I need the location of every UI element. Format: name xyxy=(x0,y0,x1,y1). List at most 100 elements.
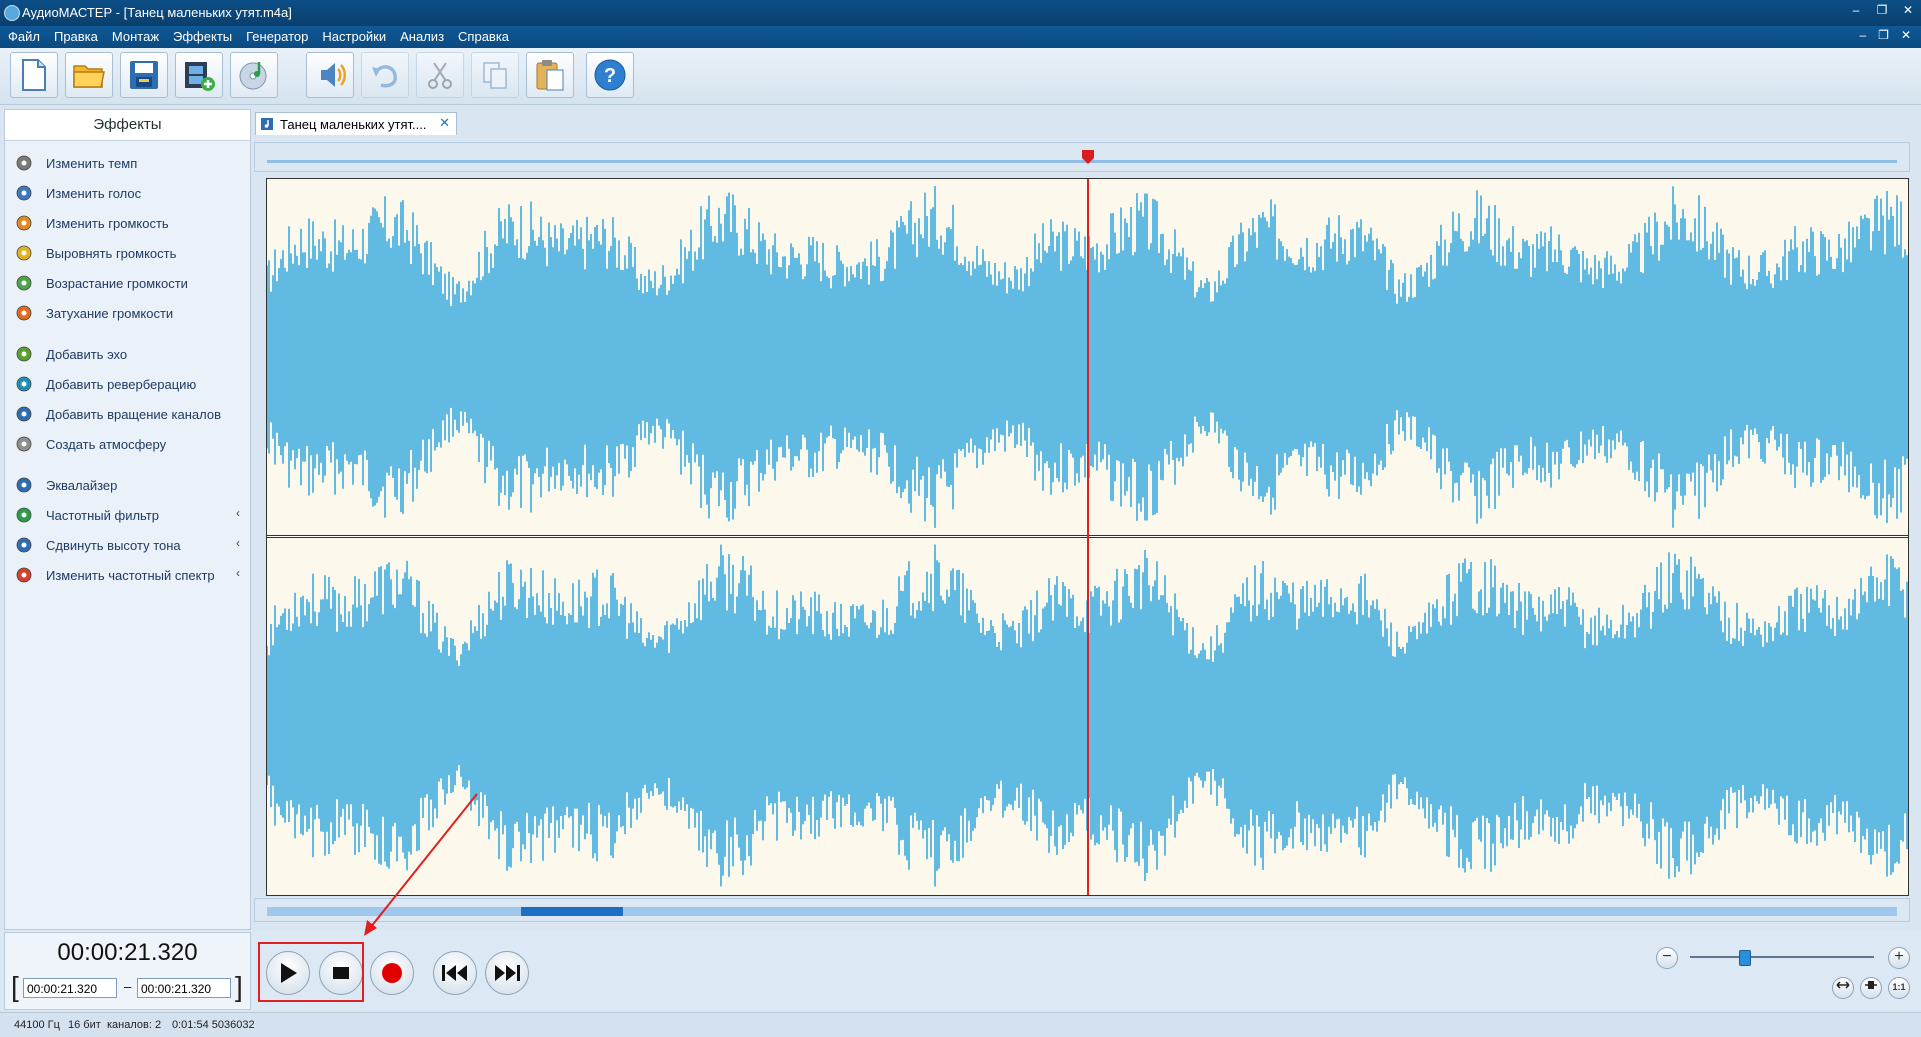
horizontal-scrollbar[interactable] xyxy=(254,898,1910,922)
effect-item-label: Изменить темп xyxy=(46,155,138,171)
selection-end-input[interactable]: 00:00:21.320 xyxy=(137,978,231,998)
new-file-button[interactable] xyxy=(10,52,58,98)
current-time: 00:00:21.320 xyxy=(57,939,198,966)
help-button[interactable]: ? xyxy=(586,52,634,98)
close-button[interactable]: ✕ xyxy=(1901,3,1915,21)
playhead-line xyxy=(1087,179,1089,895)
menu-file[interactable]: Файл xyxy=(8,29,40,44)
time-display-panel: 00:00:21.320 [ 00:00:21.320 – 00:00:21.3… xyxy=(4,932,251,1010)
effect-item-label: Создать атмосферу xyxy=(46,436,167,452)
speaker-icon xyxy=(321,63,346,87)
position-timeline[interactable] xyxy=(254,142,1910,172)
effect-item[interactable]: Изменить частотный спектр xyxy=(14,564,215,586)
effect-item-label: Изменить голос xyxy=(46,185,142,201)
save-button[interactable] xyxy=(120,52,168,98)
open-button[interactable] xyxy=(65,52,113,98)
paste-button[interactable] xyxy=(526,52,574,98)
copy-button[interactable] xyxy=(471,52,519,98)
zoom-slider-thumb[interactable] xyxy=(1739,950,1751,966)
chevron-left-icon[interactable]: ‹ xyxy=(236,506,240,520)
effect-item[interactable]: Эквалайзер xyxy=(14,474,117,496)
menu-bar: Файл Правка Монтаж Эффекты Генератор Нас… xyxy=(0,26,1921,48)
zoom-in-button[interactable]: + xyxy=(1888,947,1910,969)
audio-file-icon xyxy=(261,118,273,130)
restore-button[interactable]: ❐ xyxy=(1875,3,1889,21)
doc-minimize-button[interactable]: – xyxy=(1859,28,1866,42)
sample-rate: 44100 Гц xyxy=(14,1019,60,1031)
menu-edit[interactable]: Правка xyxy=(54,29,98,44)
title-bar: АудиоМАСТЕР - [Танец маленьких утят.m4a]… xyxy=(0,0,1921,26)
effect-item[interactable]: Изменить громкость xyxy=(14,212,169,234)
undo-button[interactable] xyxy=(361,52,409,98)
effect-item[interactable]: Изменить голос xyxy=(14,182,141,204)
effect-item-label: Изменить громкость xyxy=(46,215,169,231)
effect-item[interactable]: Затухание громкости xyxy=(14,302,173,324)
effect-item[interactable]: Создать атмосферу xyxy=(14,433,166,455)
minimize-button[interactable]: – xyxy=(1849,3,1863,21)
atmosphere-icon xyxy=(14,434,34,454)
selection-start-input[interactable]: 00:00:21.320 xyxy=(23,978,117,998)
effect-item[interactable]: Сдвинуть высоту тона xyxy=(14,534,181,556)
rotate-channels-icon xyxy=(14,404,34,424)
bracket-left: [ xyxy=(11,971,19,1002)
chevron-left-icon[interactable]: ‹ xyxy=(236,536,240,550)
volume-button[interactable] xyxy=(306,52,354,98)
forward-end-button[interactable] xyxy=(485,951,529,995)
close-tab-icon[interactable]: ✕ xyxy=(439,115,450,131)
effect-item-label: Добавить эхо xyxy=(46,346,128,362)
doc-restore-button[interactable]: ❐ xyxy=(1878,28,1889,42)
effect-item[interactable]: Возрастание громкости xyxy=(14,272,188,294)
effect-item-label: Добавить вращение каналов xyxy=(46,406,221,422)
effect-item-label: Выровнять громкость xyxy=(46,245,177,261)
menu-effects[interactable]: Эффекты xyxy=(173,29,232,44)
cd-music-icon xyxy=(239,62,267,90)
pitch-icon xyxy=(14,535,34,555)
svg-text:?: ? xyxy=(604,65,616,87)
zoom-slider-track[interactable] xyxy=(1690,956,1874,958)
menu-analysis[interactable]: Анализ xyxy=(400,29,444,44)
effect-item[interactable]: Добавить вращение каналов xyxy=(14,403,221,425)
playhead-marker[interactable] xyxy=(1081,149,1095,165)
save-icon xyxy=(130,61,158,89)
menu-generator[interactable]: Генератор xyxy=(246,29,308,44)
volume-icon xyxy=(14,213,34,233)
effect-item-label: Сдвинуть высоту тона xyxy=(46,537,181,553)
waveform-view[interactable] xyxy=(266,178,1909,896)
cut-button[interactable] xyxy=(416,52,464,98)
effect-item[interactable]: Выровнять громкость xyxy=(14,242,176,264)
zoom-actual-button[interactable]: 1:1 xyxy=(1888,977,1910,999)
zoom-fit-button[interactable] xyxy=(1832,977,1854,999)
document-tab[interactable]: Танец маленьких утят.... ✕ xyxy=(255,112,457,135)
chevron-left-icon[interactable]: ‹ xyxy=(236,566,240,580)
equalizer-icon xyxy=(14,475,34,495)
zoom-selection-icon xyxy=(1865,981,1877,989)
rewind-start-button[interactable] xyxy=(433,951,477,995)
zoom-out-button[interactable]: − xyxy=(1656,947,1678,969)
video-add-icon xyxy=(185,62,215,91)
effect-item[interactable]: Добавить эхо xyxy=(14,343,127,365)
clock-icon xyxy=(14,153,34,173)
scroll-thumb[interactable] xyxy=(521,907,623,916)
effect-item-label: Эквалайзер xyxy=(46,477,118,493)
effect-item[interactable]: Добавить реверберацию xyxy=(14,373,196,395)
menu-montage[interactable]: Монтаж xyxy=(112,29,159,44)
help-icon: ? xyxy=(594,59,626,91)
copy-icon xyxy=(483,62,507,89)
channel-count: каналов: 2 xyxy=(107,1019,162,1031)
effect-item[interactable]: Частотный фильтр xyxy=(14,504,159,526)
record-button[interactable] xyxy=(370,951,414,995)
status-bar: 44100 Гц 16 бит каналов: 2 0:01:54 50360… xyxy=(0,1012,1921,1037)
bit-depth: 16 бит xyxy=(68,1019,101,1031)
add-video-button[interactable] xyxy=(175,52,223,98)
effect-item-label: Частотный фильтр xyxy=(46,507,159,523)
new-file-icon xyxy=(22,59,46,91)
menu-settings[interactable]: Настройки xyxy=(322,29,386,44)
effect-item[interactable]: Изменить темп xyxy=(14,152,137,174)
fade-in-icon xyxy=(14,273,34,293)
add-cd-button[interactable] xyxy=(230,52,278,98)
fit-width-icon xyxy=(1836,981,1850,989)
doc-close-button[interactable]: ✕ xyxy=(1901,28,1911,42)
menu-help[interactable]: Справка xyxy=(458,29,509,44)
zoom-selection-button[interactable] xyxy=(1860,977,1882,999)
paste-icon xyxy=(536,60,564,91)
